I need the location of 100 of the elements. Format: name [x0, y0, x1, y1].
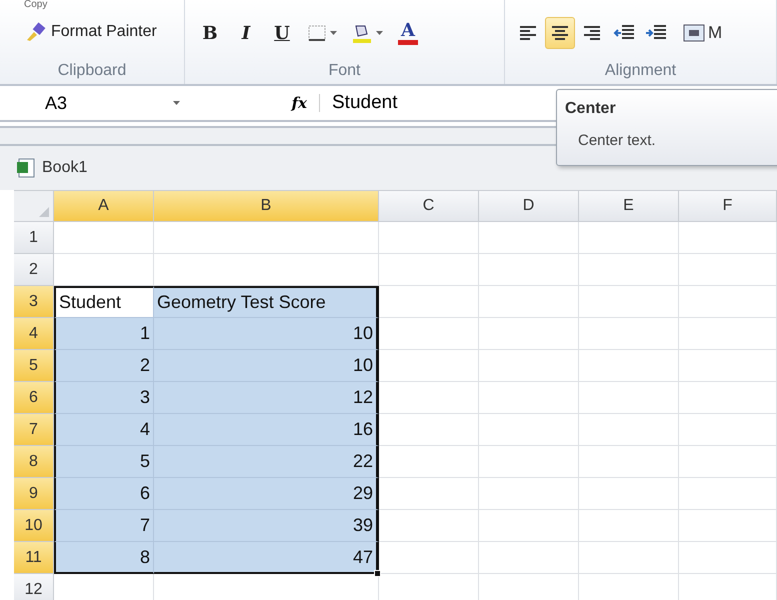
- table-cell[interactable]: 4: [54, 414, 154, 446]
- table-cell[interactable]: 8: [54, 542, 154, 574]
- column-header[interactable]: C: [379, 191, 479, 222]
- table-cell[interactable]: [479, 286, 579, 318]
- fill-handle[interactable]: [374, 570, 381, 577]
- table-cell[interactable]: [579, 478, 679, 510]
- table-cell[interactable]: [479, 350, 579, 382]
- font-color-button[interactable]: A: [393, 17, 423, 49]
- table-cell[interactable]: [679, 382, 777, 414]
- tooltip-title: Center: [565, 100, 617, 118]
- column-header[interactable]: D: [479, 191, 579, 222]
- table-cell[interactable]: 16: [154, 414, 379, 446]
- table-cell[interactable]: [679, 414, 777, 446]
- table-cell[interactable]: [679, 350, 777, 382]
- table-cell[interactable]: [479, 254, 579, 286]
- table-cell[interactable]: 12: [154, 382, 379, 414]
- row-header[interactable]: 5: [14, 350, 54, 382]
- table-cell[interactable]: [154, 222, 379, 254]
- align-center-icon: [550, 25, 570, 41]
- row-header[interactable]: 2: [14, 254, 54, 286]
- column-header[interactable]: B: [154, 191, 379, 222]
- row-header[interactable]: 4: [14, 318, 54, 350]
- table-cell[interactable]: [679, 222, 777, 254]
- table-cell[interactable]: [154, 254, 379, 286]
- table-cell[interactable]: [579, 446, 679, 478]
- bold-button[interactable]: B: [195, 17, 225, 49]
- table-cell[interactable]: [579, 414, 679, 446]
- table-cell[interactable]: [379, 318, 479, 350]
- merge-cells-icon: [683, 24, 705, 42]
- table-cell[interactable]: 10: [154, 350, 379, 382]
- row-header[interactable]: 3: [14, 286, 54, 318]
- table-cell[interactable]: [579, 350, 679, 382]
- table-cell[interactable]: [479, 446, 579, 478]
- table-cell[interactable]: [479, 318, 579, 350]
- row-header[interactable]: 11: [14, 542, 54, 574]
- table-cell[interactable]: [679, 254, 777, 286]
- group-label: Clipboard: [56, 62, 128, 81]
- row-header[interactable]: 6: [14, 382, 54, 414]
- copy-button[interactable]: Copy: [22, 0, 50, 10]
- table-cell[interactable]: [379, 382, 479, 414]
- table-cell[interactable]: [679, 446, 777, 478]
- table-cell[interactable]: 39: [154, 510, 379, 542]
- row-header[interactable]: 1: [14, 222, 54, 254]
- table-cell[interactable]: [54, 254, 154, 286]
- table-cell[interactable]: [579, 382, 679, 414]
- column-header[interactable]: F: [679, 191, 777, 222]
- table-cell[interactable]: [479, 478, 579, 510]
- align-center-button[interactable]: [545, 17, 575, 49]
- table-cell[interactable]: [579, 254, 679, 286]
- underline-button[interactable]: U: [267, 17, 297, 49]
- row-header[interactable]: 8: [14, 446, 54, 478]
- table-cell[interactable]: Geometry Test Score: [154, 286, 379, 318]
- table-cell[interactable]: [679, 318, 777, 350]
- table-cell[interactable]: 1: [54, 318, 154, 350]
- table-cell[interactable]: [479, 542, 579, 574]
- table-cell[interactable]: [379, 542, 479, 574]
- row-header[interactable]: 10: [14, 510, 54, 542]
- table-cell[interactable]: 7: [54, 510, 154, 542]
- merge-center-button[interactable]: M: [679, 17, 726, 49]
- format-painter-button[interactable]: Format Painter: [22, 22, 159, 42]
- table-cell[interactable]: [479, 222, 579, 254]
- table-cell[interactable]: 6: [54, 478, 154, 510]
- table-cell[interactable]: [379, 254, 479, 286]
- name-box[interactable]: A3: [0, 92, 190, 114]
- table-cell[interactable]: [579, 318, 679, 350]
- table-cell[interactable]: [679, 286, 777, 318]
- italic-button[interactable]: I: [231, 17, 261, 49]
- row-header[interactable]: 12: [14, 574, 54, 600]
- table-cell[interactable]: [479, 382, 579, 414]
- table-cell[interactable]: 3: [54, 382, 154, 414]
- table-cell[interactable]: 29: [154, 478, 379, 510]
- table-cell[interactable]: [479, 510, 579, 542]
- table-cell[interactable]: [679, 478, 777, 510]
- select-all-button[interactable]: [14, 191, 54, 222]
- table-cell[interactable]: [679, 542, 777, 574]
- table-cell[interactable]: 47: [154, 542, 379, 574]
- column-header[interactable]: E: [579, 191, 679, 222]
- table-cell[interactable]: [379, 414, 479, 446]
- table-cell[interactable]: [579, 542, 679, 574]
- insert-function-button[interactable]: fx: [292, 94, 307, 112]
- table-cell[interactable]: [54, 222, 154, 254]
- table-cell[interactable]: Student: [54, 286, 154, 318]
- table-cell[interactable]: 10: [154, 318, 379, 350]
- table-cell[interactable]: 2: [54, 350, 154, 382]
- table-cell[interactable]: [379, 446, 479, 478]
- table-cell[interactable]: [379, 286, 479, 318]
- table-cell[interactable]: [379, 510, 479, 542]
- row-header[interactable]: 9: [14, 478, 54, 510]
- column-header[interactable]: A: [54, 191, 154, 222]
- table-cell[interactable]: [679, 510, 777, 542]
- table-cell[interactable]: [479, 414, 579, 446]
- table-cell[interactable]: 5: [54, 446, 154, 478]
- table-cell[interactable]: [379, 350, 479, 382]
- table-cell[interactable]: [379, 478, 479, 510]
- table-cell[interactable]: [579, 222, 679, 254]
- table-cell[interactable]: [379, 222, 479, 254]
- table-cell[interactable]: 22: [154, 446, 379, 478]
- table-cell[interactable]: [579, 286, 679, 318]
- row-header[interactable]: 7: [14, 414, 54, 446]
- table-cell[interactable]: [579, 510, 679, 542]
